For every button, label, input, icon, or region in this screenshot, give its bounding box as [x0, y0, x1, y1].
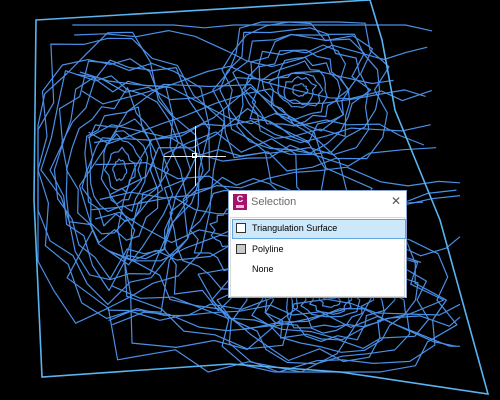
contour-line	[112, 158, 128, 182]
option-label: Triangulation Surface	[252, 223, 338, 233]
option-label: None	[252, 264, 274, 274]
selection-dialog[interactable]: C Selection ✕ Triangulation Surface Poly…	[228, 190, 407, 298]
cursor-pickbox	[192, 153, 197, 158]
contour-line	[103, 146, 136, 193]
white-swatch-icon	[236, 223, 246, 233]
contour-line	[65, 87, 169, 244]
contour-line	[37, 37, 225, 324]
option-triangulation-surface[interactable]: Triangulation Surface	[232, 219, 406, 239]
selection-list[interactable]: Triangulation Surface Polyline None	[230, 217, 406, 297]
gray-swatch-icon	[236, 244, 246, 254]
option-polyline[interactable]: Polyline	[232, 240, 406, 260]
option-label: Polyline	[252, 244, 284, 254]
dialog-title: Selection	[251, 196, 297, 208]
close-icon[interactable]: ✕	[389, 193, 403, 209]
dialog-titlebar[interactable]: C Selection ✕	[229, 191, 406, 213]
option-none[interactable]: None	[232, 260, 406, 280]
app-icon: C	[233, 194, 247, 210]
